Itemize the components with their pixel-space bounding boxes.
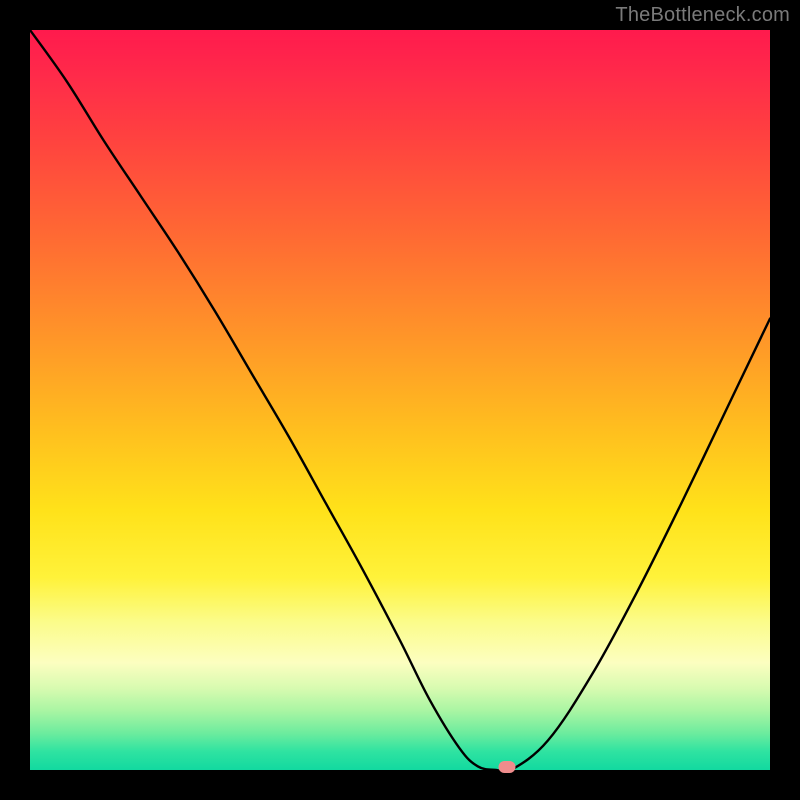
curve-path (30, 30, 770, 770)
watermark-text: TheBottleneck.com (615, 4, 790, 27)
optimal-point-marker (499, 761, 516, 773)
plot-area (30, 30, 770, 770)
chart-frame: TheBottleneck.com (0, 0, 800, 800)
bottleneck-curve (30, 30, 770, 770)
